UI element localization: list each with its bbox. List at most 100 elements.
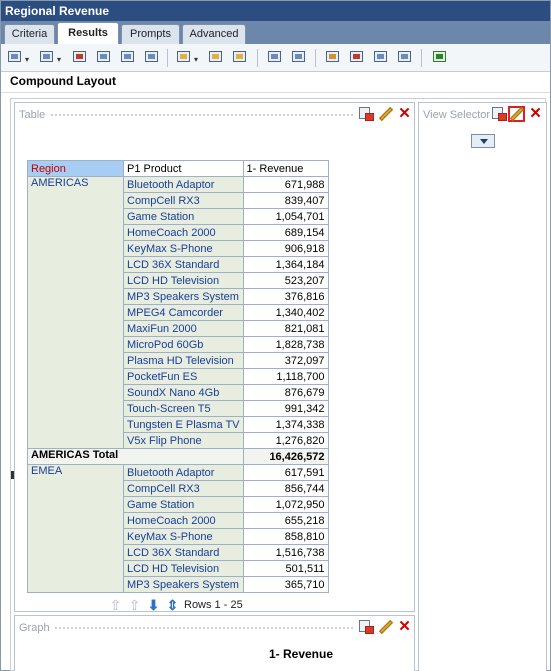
dashboard-icon[interactable] — [290, 49, 308, 66]
product-cell[interactable]: V5x Flip Phone — [123, 432, 244, 449]
product-cell[interactable]: MPEG4 Camcorder — [123, 304, 244, 321]
product-cell[interactable]: LCD 36X Standard — [123, 544, 244, 561]
drag-handle[interactable] — [51, 114, 353, 116]
add-view-icon[interactable] — [207, 49, 225, 66]
region-cell[interactable]: EMEA — [27, 464, 124, 593]
refresh-icon[interactable] — [143, 49, 161, 66]
view-properties-icon[interactable] — [491, 106, 508, 122]
tab-results[interactable]: Results — [57, 22, 119, 44]
revenue-cell: 671,988 — [242, 176, 329, 193]
product-cell[interactable]: MaxiFun 2000 — [123, 320, 244, 337]
results-table: Region P1 Product 1- Revenue AMERICAS Blueto… — [27, 160, 329, 593]
new-layout-icon[interactable] — [231, 49, 249, 66]
revenue-cell: 858,810 — [242, 528, 329, 545]
revenue-cell: 1,340,402 — [242, 304, 329, 321]
tab-bar: Criteria Results Prompts Advanced — [1, 21, 550, 44]
remove-view-icon[interactable]: ✕ — [527, 106, 544, 122]
remove-view-icon[interactable]: ✕ — [396, 106, 413, 122]
revenue-cell: 876,679 — [242, 384, 329, 401]
table-row: EMEA Bluetooth Adaptor 617,591 — [27, 464, 329, 593]
revenue-cell: 1,374,338 — [242, 416, 329, 433]
next-page-icon[interactable]: ⬇ — [146, 597, 161, 613]
product-cell[interactable]: PocketFun ES — [123, 368, 244, 385]
revenue-cell: 1,828,738 — [242, 336, 329, 353]
table-view-title: Table — [19, 109, 48, 121]
tab-prompts[interactable]: Prompts — [121, 24, 180, 44]
duplicate-icon[interactable] — [396, 49, 414, 66]
show-all-rows-icon[interactable]: ⇕ — [165, 597, 180, 613]
product-cell[interactable]: CompCell RX3 — [123, 192, 244, 209]
product-cell[interactable]: MicroPod 60Gb — [123, 336, 244, 353]
product-cell[interactable]: HomeCoach 2000 — [123, 224, 244, 241]
graph-view-title: Graph — [19, 622, 52, 634]
export-icon[interactable]: ▾ — [38, 49, 61, 66]
rename-icon[interactable] — [324, 49, 342, 66]
product-cell[interactable]: CompCell RX3 — [123, 480, 244, 497]
revenue-cell: 1,516,738 — [242, 544, 329, 561]
product-cell[interactable]: MP3 Speakers System — [123, 576, 244, 593]
new-view-icon[interactable]: ▾ — [175, 49, 198, 66]
schedule-icon[interactable] — [71, 49, 89, 66]
revenue-cell: 1,364,184 — [242, 256, 329, 273]
product-cell[interactable]: Bluetooth Adaptor — [123, 464, 244, 481]
layout-divider — [1, 92, 550, 93]
table-view: Table ✕ Region P1 Product 1- Revenue AMERIC… — [14, 102, 415, 613]
format-icon[interactable] — [266, 49, 284, 66]
revenue-cell: 617,591 — [242, 464, 329, 481]
tab-criteria[interactable]: Criteria — [4, 24, 55, 44]
revenue-cell: 365,710 — [242, 576, 329, 593]
tab-advanced[interactable]: Advanced — [182, 24, 246, 44]
revenue-cell: 523,207 — [242, 272, 329, 289]
column-header-product[interactable]: P1 Product — [123, 160, 244, 177]
layout-title: Compound Layout — [10, 74, 116, 88]
product-cell[interactable]: Bluetooth Adaptor — [123, 176, 244, 193]
table-header-row: Region P1 Product 1- Revenue — [27, 160, 329, 177]
delete-icon[interactable] — [348, 49, 366, 66]
product-cell[interactable]: Tungsten E Plasma TV — [123, 416, 244, 433]
product-cell[interactable]: KeyMax S-Phone — [123, 240, 244, 257]
product-cell[interactable]: MP3 Speakers System — [123, 288, 244, 305]
product-cell[interactable]: LCD 36X Standard — [123, 256, 244, 273]
column-header-revenue[interactable]: 1- Revenue — [242, 160, 329, 177]
print-icon[interactable]: ▾ — [6, 49, 29, 66]
edit-view-icon[interactable] — [508, 106, 525, 122]
first-page-icon[interactable]: ⇧ — [108, 597, 123, 613]
revenue-cell: 372,097 — [242, 352, 329, 369]
product-cell[interactable]: SoundX Nano 4Gb — [123, 384, 244, 401]
drag-handle[interactable] — [55, 627, 353, 629]
print-preview-icon[interactable] — [119, 49, 137, 66]
revenue-cell: 839,407 — [242, 192, 329, 209]
revenue-cell: 501,511 — [242, 560, 329, 577]
view-selector-dropdown[interactable] — [471, 134, 495, 148]
view-properties-icon[interactable] — [358, 106, 375, 122]
preview-icon[interactable] — [95, 49, 113, 66]
product-cell[interactable]: Touch-Screen T5 — [123, 400, 244, 417]
revenue-cell: 655,218 — [242, 512, 329, 529]
remove-view-icon[interactable]: ✕ — [396, 619, 413, 635]
product-cell[interactable]: HomeCoach 2000 — [123, 512, 244, 529]
product-cell[interactable]: LCD HD Television — [123, 272, 244, 289]
product-cell[interactable]: Plasma HD Television — [123, 352, 244, 369]
column-header-region[interactable]: Region — [27, 160, 124, 177]
view-selector-view: View Selector ✕ — [418, 102, 547, 671]
pager-rows-text: Rows 1 - 25 — [184, 599, 243, 611]
previous-page-icon[interactable]: ⇧ — [127, 597, 142, 613]
product-cell[interactable]: LCD HD Television — [123, 560, 244, 577]
toolbar-separator — [167, 49, 168, 67]
view-selector-header: View Selector ✕ — [419, 103, 546, 125]
revenue-cell: 856,744 — [242, 480, 329, 497]
revenue-cell: 1,118,700 — [242, 368, 329, 385]
region-cell[interactable]: AMERICAS — [27, 176, 124, 449]
sort-icon[interactable] — [431, 49, 449, 66]
compound-layout-canvas: Table ✕ Region P1 Product 1- Revenue AMERIC… — [10, 98, 547, 671]
table-view-header: Table ✕ — [15, 103, 414, 125]
revenue-cell: 1,072,950 — [242, 496, 329, 513]
edit-view-icon[interactable] — [377, 106, 394, 122]
product-cell[interactable]: Game Station — [123, 496, 244, 513]
product-cell[interactable]: KeyMax S-Phone — [123, 528, 244, 545]
view-properties-icon[interactable] — [358, 619, 375, 635]
edit-view-icon[interactable] — [377, 619, 394, 635]
product-cell[interactable]: Game Station — [123, 208, 244, 225]
align-icon[interactable] — [372, 49, 390, 66]
revenue-cell: 906,918 — [242, 240, 329, 257]
